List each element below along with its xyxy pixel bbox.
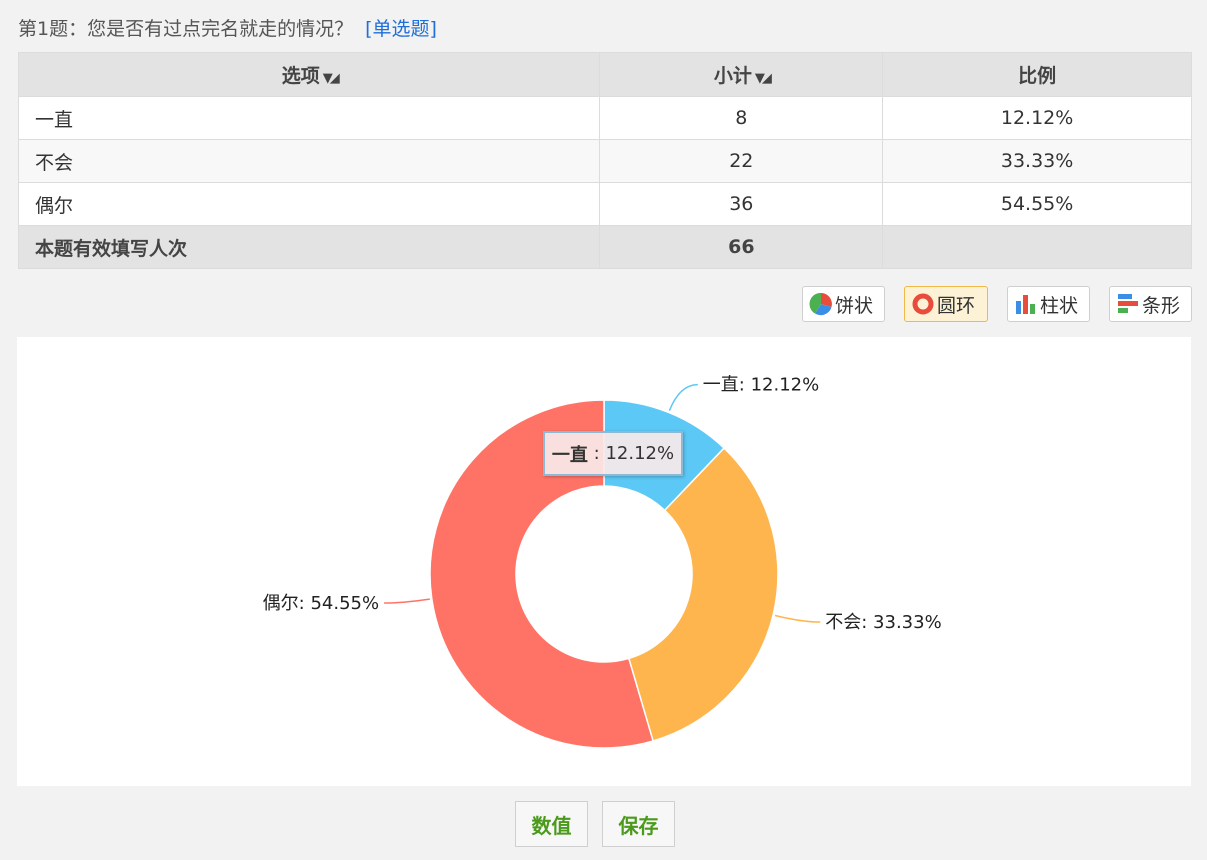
row-count: 8 bbox=[599, 96, 884, 140]
pie-chart-label: 饼状 bbox=[835, 294, 874, 317]
header-ratio: 比例 bbox=[882, 52, 1192, 97]
chart-tooltip: 一直 : 12.12% bbox=[543, 431, 683, 476]
hbar-chart-button[interactable]: 条形 bbox=[1109, 286, 1192, 322]
footer-count: 66 bbox=[599, 225, 884, 269]
donut-chart: 一直: 12.12% 不会: 33.33% 偶尔: 54.55% bbox=[263, 375, 942, 749]
table-footer-row: 本题有效填写人次 66 bbox=[17, 225, 1192, 269]
pie-chart-button[interactable]: 饼状 bbox=[802, 286, 885, 322]
leader-line bbox=[384, 598, 430, 604]
row-option: 一直 bbox=[17, 96, 601, 140]
question-type: [单选题] bbox=[365, 18, 437, 40]
row-ratio: 12.12% bbox=[882, 96, 1192, 140]
header-option[interactable]: 选项 ▼◢ bbox=[17, 52, 601, 97]
ring-chart-button[interactable]: 圆环 bbox=[904, 286, 988, 322]
leader-line bbox=[668, 383, 698, 411]
footer-label: 本题有效填写人次 bbox=[17, 225, 601, 269]
tooltip-name: 一直 bbox=[551, 444, 588, 466]
row-count: 22 bbox=[599, 139, 884, 183]
bottom-buttons: 数值 保存 bbox=[515, 801, 675, 847]
footer-ratio bbox=[882, 225, 1192, 269]
stats-table: 选项 ▼◢ 小计 ▼◢ 比例 一直 8 12.12% 不会 22 33.33% 偶尔… bbox=[17, 52, 1192, 269]
sort-icon[interactable]: ▼◢ bbox=[755, 71, 772, 86]
question-title: 第1题：您是否有过点完名就走的情况？ [单选题] bbox=[18, 14, 437, 41]
table-row: 不会 22 33.33% bbox=[17, 139, 1192, 183]
hbar-chart-label: 条形 bbox=[1142, 294, 1181, 317]
pie-chart-icon bbox=[809, 292, 832, 316]
data-label: 一直: 12.12% bbox=[703, 375, 819, 396]
data-label: 不会: 33.33% bbox=[825, 612, 941, 633]
table-row: 偶尔 36 54.55% bbox=[17, 182, 1192, 226]
sort-icon[interactable]: ▼◢ bbox=[323, 71, 340, 86]
row-ratio: 33.33% bbox=[882, 139, 1192, 183]
row-option: 不会 bbox=[17, 139, 601, 183]
header-count[interactable]: 小计 ▼◢ bbox=[599, 52, 884, 97]
ring-chart-label: 圆环 bbox=[937, 294, 976, 317]
chart-panel: 一直: 12.12% 不会: 33.33% 偶尔: 54.55% bbox=[17, 337, 1191, 786]
table-header-row: 选项 ▼◢ 小计 ▼◢ 比例 bbox=[17, 52, 1192, 97]
tooltip-value: 12.12% bbox=[605, 443, 675, 464]
bar-chart-icon bbox=[1016, 295, 1035, 314]
data-label: 偶尔: 54.55% bbox=[263, 593, 379, 614]
row-ratio: 54.55% bbox=[882, 182, 1192, 226]
bar-chart-label: 柱状 bbox=[1040, 294, 1079, 317]
chart-type-switch: 饼状 圆环 柱状 条形 bbox=[802, 286, 1192, 322]
ring-chart-icon bbox=[912, 293, 934, 315]
tooltip-sep: : bbox=[587, 443, 606, 464]
bar-chart-button[interactable]: 柱状 bbox=[1007, 286, 1090, 322]
save-button[interactable]: 保存 bbox=[602, 801, 675, 847]
row-count: 36 bbox=[599, 182, 884, 226]
values-button[interactable]: 数值 bbox=[515, 801, 588, 847]
hbar-chart-icon bbox=[1118, 294, 1138, 313]
question-text: 第1题：您是否有过点完名就走的情况？ bbox=[18, 18, 354, 40]
leader-line bbox=[774, 614, 821, 623]
table-row: 一直 8 12.12% bbox=[17, 96, 1192, 140]
row-option: 偶尔 bbox=[17, 182, 601, 226]
